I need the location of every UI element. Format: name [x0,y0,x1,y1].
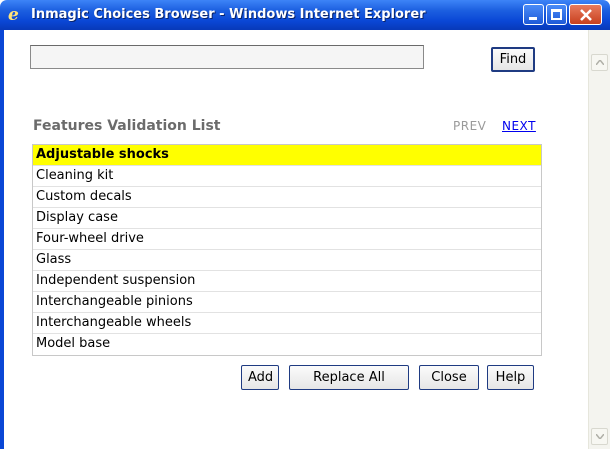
add-button[interactable]: Add [241,365,279,390]
search-input[interactable] [30,45,424,69]
list-item[interactable]: Interchangeable pinions [33,292,541,313]
list-item[interactable]: Independent suspension [33,271,541,292]
close-icon [580,9,592,21]
list-title: Features Validation List [33,118,221,134]
ie-icon: e [8,5,19,25]
list-item[interactable]: Model base [33,334,541,355]
close-button[interactable]: Close [419,365,479,390]
choices-list: Adjustable shocks Cleaning kit Custom de… [32,144,542,356]
maximize-button[interactable] [546,4,567,25]
replace-all-button[interactable]: Replace All [289,365,409,390]
list-item[interactable]: Custom decals [33,187,541,208]
prev-link: PREV [453,119,487,133]
list-item[interactable]: Adjustable shocks [33,145,541,166]
chevron-down-icon [596,434,604,439]
minimize-button[interactable] [523,4,544,25]
list-item[interactable]: Cleaning kit [33,166,541,187]
list-item[interactable]: Four-wheel drive [33,229,541,250]
help-button[interactable]: Help [487,365,534,390]
next-link[interactable]: NEXT [502,119,536,133]
close-window-button[interactable] [569,4,602,25]
find-button[interactable]: Find [491,47,535,72]
list-item[interactable]: Glass [33,250,541,271]
list-item[interactable]: Interchangeable wheels [33,313,541,334]
scroll-down-button[interactable] [591,428,608,445]
list-item[interactable]: Display case [33,208,541,229]
scroll-up-button[interactable] [591,54,608,71]
chevron-up-icon [596,60,604,65]
window-titlebar[interactable]: e Inmagic Choices Browser - Windows Inte… [0,0,610,30]
window-title: Inmagic Choices Browser - Windows Intern… [31,7,426,22]
vertical-scrollbar[interactable] [588,30,610,449]
